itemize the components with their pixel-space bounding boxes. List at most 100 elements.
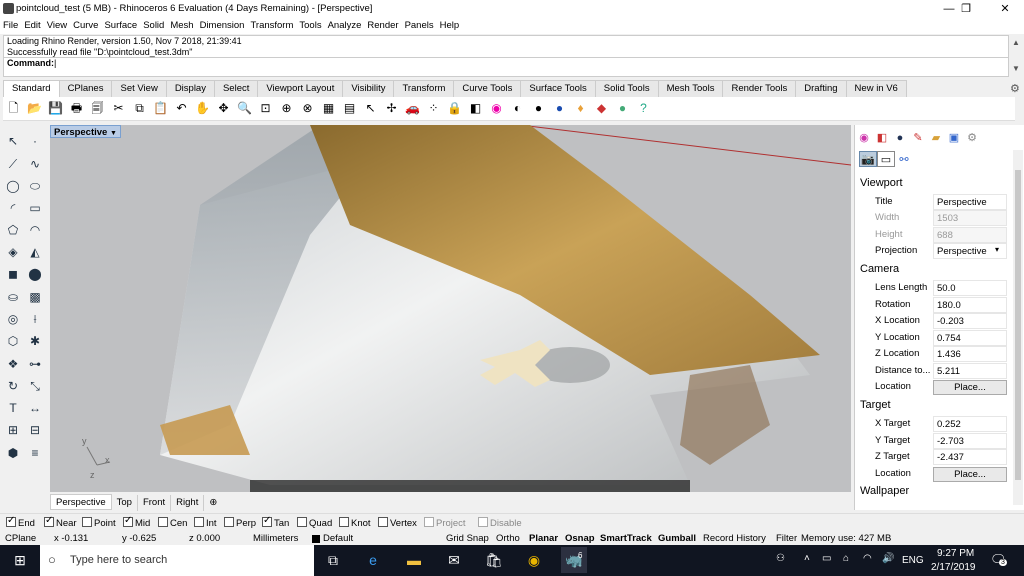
menu-render[interactable]: Render: [364, 18, 401, 34]
polygon-icon[interactable]: ⬠: [4, 221, 22, 239]
menu-surface[interactable]: Surface: [101, 18, 140, 34]
tab-render-tools[interactable]: Render Tools: [722, 80, 797, 97]
menu-mesh[interactable]: Mesh: [167, 18, 196, 34]
layout-icon[interactable]: ≡: [26, 444, 44, 462]
help-icon[interactable]: ?: [634, 99, 653, 118]
polyline-icon[interactable]: ⟋: [4, 155, 22, 173]
boolean-icon[interactable]: ◎: [4, 310, 22, 328]
pan-icon[interactable]: ✋: [193, 99, 212, 118]
volume-icon[interactable]: 🔊: [882, 553, 894, 564]
taskbar-search[interactable]: ○ Type here to search: [40, 545, 314, 576]
light-icon[interactable]: ♦: [571, 99, 590, 118]
power-icon[interactable]: ⌂: [843, 553, 849, 564]
text-icon[interactable]: T: [4, 399, 22, 417]
lock-icon[interactable]: 🔒: [445, 99, 464, 118]
array-icon[interactable]: ⊞: [4, 421, 22, 439]
viewport-title-menu[interactable]: Perspective ▼: [50, 125, 121, 138]
cylinder-icon[interactable]: ⛀: [4, 288, 22, 306]
chrome-icon[interactable]: ◉: [521, 547, 547, 573]
gear-icon[interactable]: ⚙: [1010, 82, 1020, 95]
points-icon[interactable]: ⁘: [424, 99, 443, 118]
z-target-field[interactable]: -2.437: [933, 449, 1007, 465]
camera-icon[interactable]: 📷: [859, 151, 877, 167]
clock-date[interactable]: 2/17/2019: [931, 562, 976, 573]
undo-icon[interactable]: ↶: [172, 99, 191, 118]
cplane-label[interactable]: CPlane: [5, 533, 36, 544]
rotate-view-icon[interactable]: ✥: [214, 99, 233, 118]
arc-icon[interactable]: ◜: [4, 199, 22, 217]
menu-panels[interactable]: Panels: [402, 18, 437, 34]
osnap-perp[interactable]: Perp: [224, 517, 256, 529]
point-icon[interactable]: ·: [26, 132, 44, 150]
solid-tools-icon[interactable]: ⬡: [4, 332, 22, 350]
close-button[interactable]: ✕: [990, 0, 1020, 18]
copy-icon[interactable]: ⧉: [130, 99, 149, 118]
viewport-frame-icon[interactable]: ▭: [877, 151, 895, 167]
camera-place-button[interactable]: Place...: [933, 380, 1007, 395]
add-viewport-icon[interactable]: ⊕: [204, 495, 222, 511]
zoom-extents-icon[interactable]: ⊕: [277, 99, 296, 118]
rotate-icon[interactable]: ↻: [4, 377, 22, 395]
curve-icon[interactable]: ∿: [26, 155, 44, 173]
block-icon[interactable]: ⊟: [26, 421, 44, 439]
menu-tools[interactable]: Tools: [296, 18, 324, 34]
tray-chevron-icon[interactable]: ˄: [804, 553, 810, 564]
mail-icon[interactable]: ✉: [441, 547, 467, 573]
tab-visibility[interactable]: Visibility: [342, 80, 395, 97]
language-indicator[interactable]: ENG: [902, 555, 924, 566]
render-icon[interactable]: ●: [550, 99, 569, 118]
select-arrow-icon[interactable]: ↖: [4, 132, 22, 150]
four-views-icon[interactable]: ▦: [319, 99, 338, 118]
units-label[interactable]: Millimeters: [253, 533, 298, 544]
menu-dimension[interactable]: Dimension: [197, 18, 248, 34]
target-place-button[interactable]: Place...: [933, 467, 1007, 482]
group-icon[interactable]: ❖: [4, 355, 22, 373]
fillet-icon[interactable]: ◠: [26, 221, 44, 239]
title-field[interactable]: Perspective: [933, 194, 1007, 210]
osnap-mid[interactable]: Mid: [123, 515, 150, 529]
command-prompt[interactable]: Command:|: [4, 57, 1008, 69]
osnap-tan[interactable]: Tan: [262, 515, 289, 529]
rhino-taskbar-icon[interactable]: 🦏 6: [561, 547, 587, 573]
grasshopper-icon[interactable]: ●: [613, 99, 632, 118]
libraries-tab-icon[interactable]: ▰: [927, 130, 945, 146]
file-explorer-icon[interactable]: ▬: [401, 547, 427, 573]
record-history-toggle[interactable]: Record History: [703, 533, 766, 544]
layer-label[interactable]: Default: [323, 533, 353, 544]
osnap-cen[interactable]: Cen: [158, 517, 187, 529]
tab-set-view[interactable]: Set View: [111, 80, 167, 97]
osnap-vertex[interactable]: Vertex: [378, 517, 417, 529]
color-wheel-icon[interactable]: ◉: [487, 99, 506, 118]
smarttrack-toggle[interactable]: SmartTrack: [600, 533, 652, 544]
osnap-end[interactable]: End: [6, 515, 35, 529]
save-icon[interactable]: 💾: [46, 99, 65, 118]
tab-standard[interactable]: Standard: [3, 80, 60, 97]
notifications-icon[interactable]: 🗨 3: [990, 552, 1007, 568]
sphere-icon[interactable]: ⬤: [26, 265, 44, 283]
x-location-field[interactable]: -0.203: [933, 313, 1007, 329]
properties-tab-icon[interactable]: ◉: [855, 130, 873, 146]
import-icon[interactable]: 🗐: [88, 99, 107, 118]
network-icon[interactable]: ▭: [822, 553, 831, 564]
split-icon[interactable]: ⟊: [26, 310, 44, 328]
y-location-field[interactable]: 0.754: [933, 330, 1007, 346]
scroll-up-icon[interactable]: ▲: [1010, 37, 1022, 49]
y-target-field[interactable]: -2.703: [933, 433, 1007, 449]
tab-new-in-v6[interactable]: New in V6: [845, 80, 907, 97]
cut-icon[interactable]: ✂: [109, 99, 128, 118]
mesh-icon[interactable]: ▩: [26, 288, 44, 306]
menu-solid[interactable]: Solid: [140, 18, 167, 34]
move-icon[interactable]: ✢: [382, 99, 401, 118]
tab-solid-tools[interactable]: Solid Tools: [594, 80, 659, 97]
tab-display[interactable]: Display: [165, 80, 215, 97]
viewport-tab-perspective[interactable]: Perspective: [50, 494, 112, 510]
osnap-near[interactable]: Near: [44, 515, 77, 529]
lens-field[interactable]: 50.0: [933, 280, 1007, 296]
chevron-down-icon[interactable]: ▾: [995, 245, 999, 254]
paste-icon[interactable]: 📋: [151, 99, 170, 118]
osnap-point[interactable]: Point: [82, 517, 116, 529]
shaded-icon[interactable]: ●: [529, 99, 548, 118]
osnap-int[interactable]: Int: [194, 517, 217, 529]
car-icon[interactable]: 🚗: [403, 99, 422, 118]
tab-select[interactable]: Select: [213, 80, 259, 97]
